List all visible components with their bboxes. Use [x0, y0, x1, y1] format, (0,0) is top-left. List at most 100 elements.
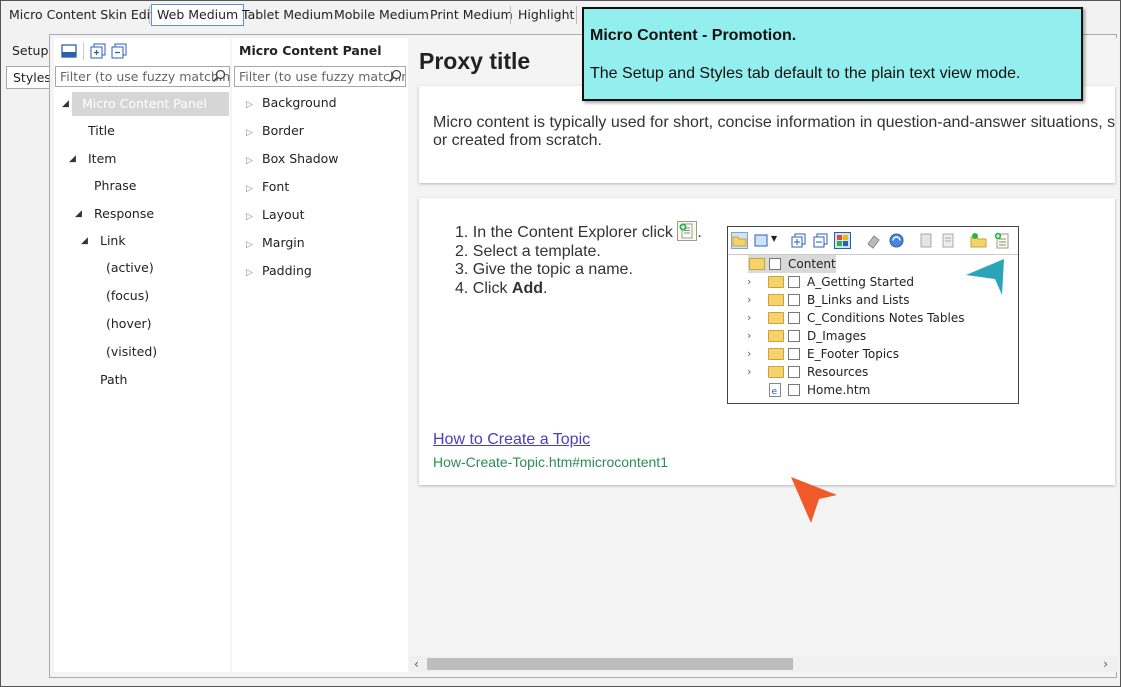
chevron-right-icon: ›	[747, 347, 752, 360]
view-icon	[754, 234, 768, 247]
intro-line: Micro content is typically used for shor…	[433, 114, 1116, 131]
tab-web-medium[interactable]: Web Medium	[151, 4, 245, 26]
tree-item-hover[interactable]: (hover)	[106, 312, 152, 336]
explorer-toolbar: ▼	[728, 227, 1018, 255]
scroll-right-icon[interactable]: ›	[1103, 656, 1108, 672]
expand-all-icon[interactable]	[90, 43, 106, 59]
search-icon	[212, 69, 226, 83]
collapse-icon	[813, 233, 828, 248]
tree-item-path[interactable]: Path	[100, 368, 127, 392]
checkbox	[788, 366, 800, 378]
expanded-triangle-icon[interactable]: ◢	[69, 154, 76, 164]
checkbox	[788, 348, 800, 360]
preview-pane: Proxy title Micro content is typically u…	[409, 38, 1117, 656]
tree-item-title[interactable]: Title	[88, 119, 115, 143]
properties-filter-input[interactable]: Filter (to use fuzzy matching	[234, 66, 406, 87]
expanded-triangle-icon[interactable]: ◢	[81, 236, 88, 246]
tree-item-item[interactable]: Item	[88, 147, 116, 171]
folder-icon	[768, 330, 784, 342]
topic-link[interactable]: How to Create a Topic	[433, 431, 590, 449]
property-label: Box Shadow	[262, 151, 339, 166]
toolbar-divider	[83, 42, 84, 60]
collapsed-triangle-icon: ▷	[246, 268, 253, 278]
chevron-right-icon: ›	[747, 365, 752, 378]
checkbox	[788, 294, 800, 306]
property-box-shadow[interactable]: ▷ Box Shadow	[246, 148, 339, 170]
proxy-title: Proxy title	[419, 48, 531, 74]
view-mode-icon[interactable]	[61, 43, 77, 59]
tree-item-focus[interactable]: (focus)	[106, 284, 149, 308]
tab-print-medium[interactable]: Print Medium	[425, 4, 518, 26]
checkbox	[788, 276, 800, 288]
property-label: Layout	[262, 207, 305, 222]
add-file-icon	[677, 221, 698, 241]
property-label: Padding	[262, 263, 312, 278]
checkbox	[788, 330, 800, 342]
grid-view-icon	[834, 232, 851, 249]
step-bold-text: Add	[511, 279, 544, 297]
callout-title: Micro Content - Promotion.	[590, 27, 797, 44]
folder-icon	[749, 258, 765, 270]
step-text: .	[543, 279, 548, 297]
editor-window: Micro Content Skin Editor Web Medium Tab…	[0, 0, 1121, 687]
intro-text: Micro content is typically used for shor…	[433, 114, 1117, 150]
collapsed-triangle-icon: ▷	[246, 212, 253, 222]
property-margin[interactable]: ▷ Margin	[246, 232, 305, 254]
scroll-left-icon[interactable]: ‹	[414, 656, 419, 672]
explorer-label: E_Footer Topics	[807, 347, 900, 361]
tree-filter-input[interactable]: Filter (to use fuzzy matching	[55, 66, 230, 87]
tab-skin-editor[interactable]: Micro Content Skin Editor	[4, 4, 173, 26]
search-icon	[388, 69, 402, 83]
promotion-callout: Micro Content - Promotion. The Setup and…	[582, 7, 1083, 101]
tree-item-micro-content-panel[interactable]: Micro Content Panel	[72, 92, 229, 116]
collapsed-triangle-icon: ▷	[246, 100, 253, 110]
new-folder-icon	[970, 233, 987, 248]
chevron-right-icon: ›	[747, 293, 752, 306]
step-3: 3. Give the topic a name.	[455, 261, 633, 278]
tree-item-visited[interactable]: (visited)	[106, 340, 157, 364]
property-layout[interactable]: ▷ Layout	[246, 204, 305, 226]
step-2: 2. Select a template.	[455, 242, 601, 260]
teal-pointer-icon	[966, 259, 1004, 295]
property-font[interactable]: ▷ Font	[246, 176, 289, 198]
property-background[interactable]: ▷ Background	[246, 92, 337, 114]
explorer-label: Content	[788, 257, 836, 271]
tree-item-phrase[interactable]: Phrase	[94, 174, 136, 198]
collapsed-triangle-icon: ▷	[246, 184, 253, 194]
folder-icon	[768, 276, 784, 288]
tree-filter-placeholder: Filter (to use fuzzy matching	[60, 69, 230, 84]
folder-icon	[731, 232, 748, 249]
tree-item-link[interactable]: Link	[100, 229, 126, 253]
tab-separator	[149, 6, 150, 24]
step-text: Click	[472, 279, 512, 297]
tab-highlight[interactable]: Highlight	[513, 4, 579, 26]
answer-card: 1. In the Content Explorer click . 2. Se…	[419, 198, 1115, 485]
step-1: 1. In the Content Explorer click .	[455, 221, 702, 243]
svg-text:e: e	[772, 387, 778, 397]
chevron-right-icon: ›	[747, 275, 752, 288]
tab-setup[interactable]: Setup	[6, 39, 49, 62]
tab-styles[interactable]: Styles	[6, 66, 51, 89]
explorer-label: Home.htm	[807, 383, 871, 397]
expanded-triangle-icon[interactable]: ◢	[75, 209, 82, 219]
horizontal-scrollbar[interactable]: ‹ ›	[409, 656, 1117, 672]
property-padding[interactable]: ▷ Padding	[246, 260, 312, 282]
folder-icon	[768, 348, 784, 360]
tab-tablet-medium[interactable]: Tablet Medium	[237, 4, 338, 26]
explorer-label: A_Getting Started	[807, 275, 914, 289]
scrollbar-thumb[interactable]	[427, 658, 793, 670]
expanded-triangle-icon[interactable]: ◢	[62, 99, 69, 109]
tree-item-active[interactable]: (active)	[106, 256, 154, 280]
property-border[interactable]: ▷ Border	[246, 120, 304, 142]
add-file-icon	[994, 232, 1009, 249]
refresh-icon	[889, 233, 904, 248]
expand-icon	[791, 233, 806, 248]
checkbox	[788, 384, 800, 396]
explorer-label: B_Links and Lists	[807, 293, 910, 307]
property-label: Font	[262, 179, 290, 194]
orange-pointer-icon	[791, 477, 837, 523]
collapse-all-icon[interactable]	[111, 43, 127, 59]
tab-mobile-medium[interactable]: Mobile Medium	[329, 4, 434, 26]
tree-item-response[interactable]: Response	[94, 202, 154, 226]
step-4: 4. Click Add.	[455, 279, 548, 297]
